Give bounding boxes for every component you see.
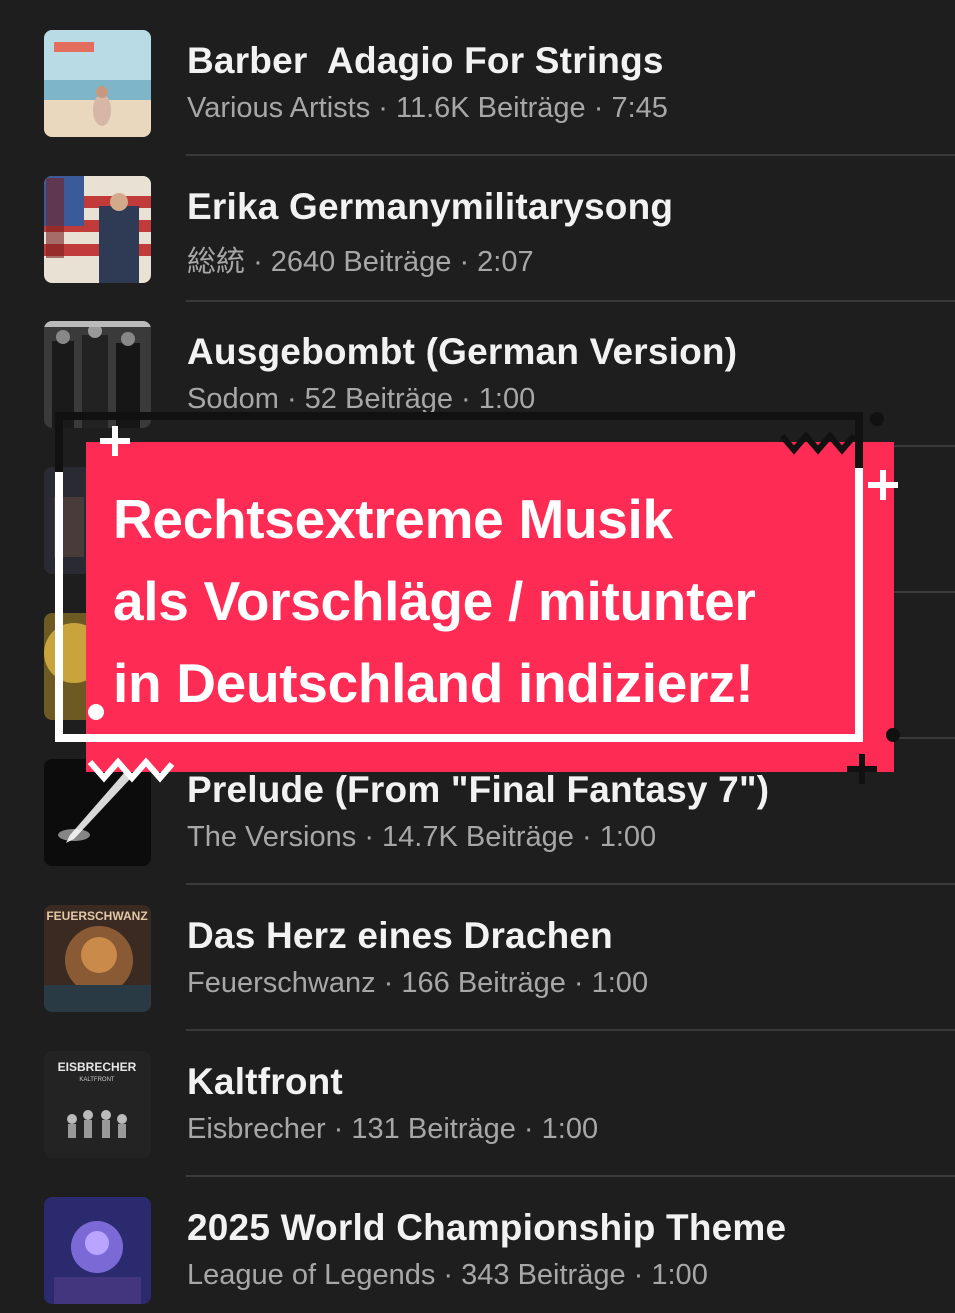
track-artist: League of Legends <box>187 1259 436 1291</box>
track-posts: 166 Beiträge <box>401 967 566 999</box>
track-duration: 7:45 <box>611 92 668 124</box>
track-row[interactable]: EISBRECHER KALTFRONT Kaltfront Eisbreche… <box>0 1021 955 1177</box>
track-title: Barber Adagio For Strings <box>187 40 664 81</box>
track-meta: League of Legends · 343 Beiträge · 1:00 <box>187 1259 708 1291</box>
track-meta: The Versions · 14.7K Beiträge · 1:00 <box>187 821 657 853</box>
track-artist: Various Artists <box>187 92 371 124</box>
track-list: Barber Adagio For Strings Various Artist… <box>0 0 955 1304</box>
track-artist: 総統 <box>187 246 246 278</box>
track-title: Prelude (From "Final Fantasy 7") <box>187 769 770 810</box>
track-artist: Feuerschwanz <box>187 967 376 999</box>
track-row[interactable]: Prelude (From "Final Fantasy 7") The Ver… <box>0 729 955 885</box>
album-cover-sword <box>44 759 151 866</box>
album-cover-dark <box>44 467 151 574</box>
track-row[interactable]: FEUERSCHWANZ Das Herz eines Drachen Feue… <box>0 875 955 1031</box>
track-posts: 11.6K Beiträge <box>395 92 586 124</box>
track-posts: 14.7K Beiträge <box>382 821 574 853</box>
track-row[interactable]: Erika Germanymilitarysong 総統 · 2640 Beit… <box>0 146 955 302</box>
track-duration: 1:00 <box>599 821 657 853</box>
track-duration: 1:00 <box>651 1259 708 1291</box>
track-meta: Various Artists · 11.6K Beiträge · 7:45 <box>187 92 668 124</box>
track-posts: 52 Beiträge <box>304 383 453 415</box>
track-posts: 2640 Beiträge <box>270 246 452 278</box>
cover-label: FEUERSCHWANZ <box>46 909 147 923</box>
track-title: 2025 World Championship Theme <box>187 1207 787 1248</box>
track-posts: 131 Beiträge <box>351 1113 516 1145</box>
album-cover-band <box>44 321 151 428</box>
track-meta: Feuerschwanz · 166 Beiträge · 1:00 <box>187 967 649 999</box>
track-artist: The Versions <box>187 821 357 853</box>
track-duration: 1:00 <box>541 1113 599 1145</box>
track-title: Ausgebombt (German Version) <box>187 331 738 372</box>
track-row[interactable] <box>0 437 955 593</box>
album-cover-flag <box>44 176 151 283</box>
album-cover-eisbrecher: EISBRECHER KALTFRONT <box>44 1051 151 1158</box>
track-title: Erika Germanymilitarysong <box>187 186 674 227</box>
album-cover-beach <box>44 30 151 137</box>
track-artist: Eisbrecher <box>187 1113 326 1145</box>
cover-label: EISBRECHER <box>58 1060 137 1074</box>
track-meta: 総統 · 2640 Beiträge · 2:07 <box>187 246 534 278</box>
track-artist: Sodom <box>187 383 279 415</box>
track-row[interactable]: Ausgebombt (German Version) Sodom · 52 B… <box>0 291 955 447</box>
track-posts: 343 Beiträge <box>461 1259 626 1291</box>
track-duration: 1:00 <box>591 967 649 999</box>
album-cover-championship <box>44 1197 151 1304</box>
cover-sublabel: KALTFRONT <box>79 1077 115 1083</box>
track-title: Kaltfront <box>187 1061 343 1102</box>
track-row[interactable]: 2025 World Championship Theme League of … <box>0 1167 955 1313</box>
track-title: Das Herz eines Drachen <box>187 915 613 956</box>
track-row[interactable]: Barber Adagio For Strings Various Artist… <box>0 0 955 156</box>
track-meta: Sodom · 52 Beiträge · 1:00 <box>187 383 536 415</box>
track-duration: 2:07 <box>477 246 534 278</box>
track-duration: 1:00 <box>478 383 536 415</box>
album-cover-dragon: FEUERSCHWANZ <box>44 905 151 1012</box>
album-cover-gold <box>44 613 151 720</box>
track-row[interactable] <box>0 583 955 739</box>
track-meta: Eisbrecher · 131 Beiträge · 1:00 <box>187 1113 599 1145</box>
